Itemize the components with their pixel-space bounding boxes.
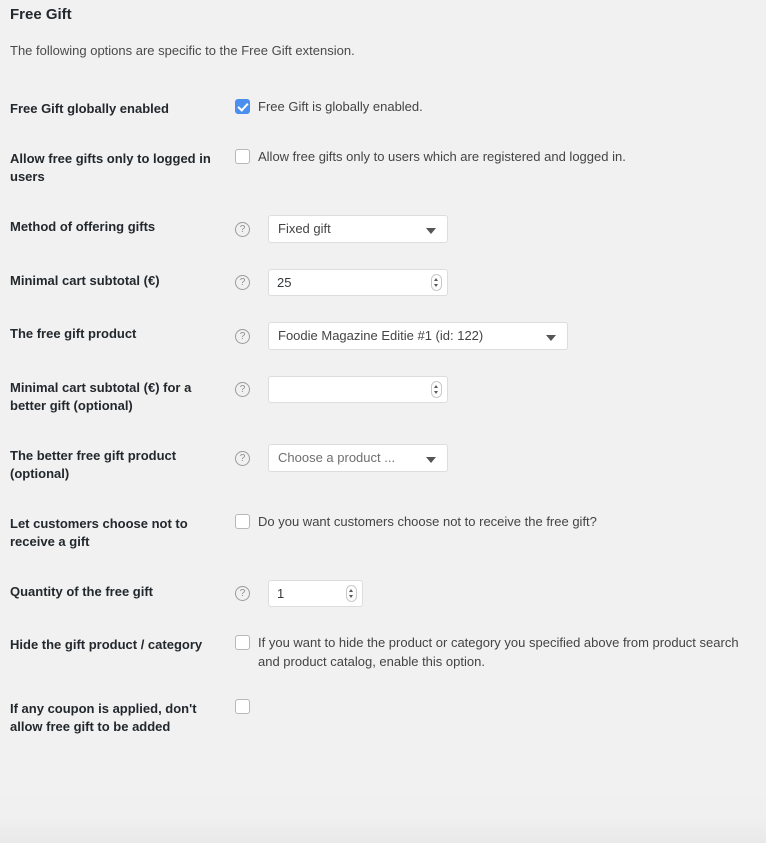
field-label-free-gift-globally-enabled: Free Gift globally enabled	[10, 101, 169, 116]
field-label-quantity-of-the-free-gift: Quantity of the free gift	[10, 584, 153, 599]
number-input-quantity-of-the-free-gift[interactable]: 1	[268, 580, 363, 607]
settings-row: Quantity of the free gift? 1	[0, 567, 766, 620]
field-label-the-free-gift-product: The free gift product	[10, 326, 137, 341]
field-label-method-of-offering-gifts: Method of offering gifts	[10, 219, 156, 234]
number-input-value: 1	[277, 586, 285, 601]
field-label-hide-the-gift-product-category: Hide the gift product / category	[10, 637, 203, 652]
field-control-cell: If you want to hide the product or categ…	[235, 620, 766, 684]
field-control-cell: ? 1	[235, 567, 766, 620]
field-wrapper: Allow free gifts only to users which are…	[235, 147, 756, 166]
chevron-down-icon[interactable]	[426, 228, 436, 234]
field-wrapper: If you want to hide the product or categ…	[235, 633, 756, 671]
field-control-cell: ? 25	[235, 256, 766, 309]
select-value: Fixed gift	[278, 221, 331, 236]
page-description: The following options are specific to th…	[10, 43, 355, 58]
number-input-minimal-cart-subtotal[interactable]: 25	[268, 269, 448, 296]
field-wrapper: Free Gift is globally enabled.	[235, 97, 756, 116]
checkbox-if-any-coupon-is-applied-don-t-allow-free-gift[interactable]	[235, 699, 250, 714]
select-the-better-free-gift-product-optional[interactable]: Choose a product ...	[268, 444, 448, 472]
checkbox-label[interactable]: If you want to hide the product or categ…	[258, 633, 756, 671]
field-control-cell: ? Fixed gift	[235, 202, 766, 256]
checkbox-let-customers-choose-not-to-receive-a-gift[interactable]	[235, 514, 250, 529]
help-circle-icon[interactable]: ?	[235, 275, 250, 290]
settings-row: The free gift product? Foodie Magazine Ed…	[0, 309, 766, 363]
chevron-down-icon[interactable]	[426, 457, 436, 463]
help-circle-icon[interactable]: ?	[235, 328, 250, 344]
number-input-minimal-cart-subtotal-for-a-better-gift-option[interactable]	[268, 376, 448, 403]
chevron-down-icon[interactable]	[546, 335, 556, 341]
field-label-allow-free-gifts-only-to-logged-in-users: Allow free gifts only to logged in users	[10, 151, 211, 184]
checkbox-label[interactable]: Free Gift is globally enabled.	[258, 97, 423, 116]
spinner-up-icon[interactable]	[349, 589, 353, 592]
checkbox-label[interactable]: Allow free gifts only to users which are…	[258, 147, 626, 166]
help-circle-icon[interactable]: ?	[235, 586, 250, 601]
checkbox-free-gift-globally-enabled[interactable]	[235, 99, 250, 114]
number-spinner-icon[interactable]	[431, 274, 442, 291]
field-wrapper: ? Choose a product ...	[235, 444, 756, 472]
field-control-cell	[235, 684, 766, 752]
checkbox-hide-the-gift-product-category[interactable]	[235, 635, 250, 650]
field-control-cell: ?	[235, 363, 766, 431]
settings-row: If any coupon is applied, don't allow fr…	[0, 684, 766, 752]
field-label-minimal-cart-subtotal: Minimal cart subtotal (€)	[10, 273, 160, 288]
settings-row: The better free gift product (optional)?…	[0, 431, 766, 499]
field-control-cell: Allow free gifts only to users which are…	[235, 134, 766, 202]
free-gift-settings-page: Free Gift The following options are spec…	[0, 0, 766, 843]
settings-row: Let customers choose not to receive a gi…	[0, 499, 766, 567]
number-spinner-icon[interactable]	[431, 381, 442, 398]
field-wrapper: ? 1	[235, 580, 756, 607]
help-circle-icon[interactable]: ?	[235, 382, 250, 397]
settings-rows: Free Gift globally enabled Free Gift is g…	[0, 84, 766, 752]
field-control-cell: ? Foodie Magazine Editie #1 (id: 122)	[235, 309, 766, 363]
settings-row: Minimal cart subtotal (€)? 25	[0, 256, 766, 309]
field-wrapper: Do you want customers choose not to rece…	[235, 512, 756, 531]
bottom-fade-overlay	[0, 791, 766, 843]
field-label-the-better-free-gift-product-optional: The better free gift product (optional)	[10, 448, 177, 481]
spinner-down-icon[interactable]	[434, 391, 438, 394]
select-method-of-offering-gifts[interactable]: Fixed gift	[268, 215, 448, 243]
field-label-let-customers-choose-not-to-receive-a-gift: Let customers choose not to receive a gi…	[10, 516, 188, 549]
field-label-minimal-cart-subtotal-for-a-better-gift-option: Minimal cart subtotal (€) for a better g…	[10, 380, 192, 413]
number-input-value: 25	[277, 275, 292, 290]
help-circle-icon[interactable]: ?	[235, 221, 250, 237]
field-wrapper	[235, 697, 756, 714]
checkbox-allow-free-gifts-only-to-logged-in-users[interactable]	[235, 149, 250, 164]
settings-row: Hide the gift product / category If you w…	[0, 620, 766, 684]
select-value: Foodie Magazine Editie #1 (id: 122)	[278, 328, 484, 343]
settings-row: Method of offering gifts? Fixed gift	[0, 202, 766, 256]
number-spinner-icon[interactable]	[346, 585, 357, 602]
select-the-free-gift-product[interactable]: Foodie Magazine Editie #1 (id: 122)	[268, 322, 568, 350]
field-wrapper: ? 25	[235, 269, 756, 296]
field-wrapper: ?	[235, 376, 756, 403]
field-wrapper: ? Foodie Magazine Editie #1 (id: 122)	[235, 322, 756, 350]
checkbox-label[interactable]: Do you want customers choose not to rece…	[258, 512, 597, 531]
spinner-up-icon[interactable]	[434, 385, 438, 388]
help-circle-icon[interactable]: ?	[235, 450, 250, 466]
field-control-cell: Free Gift is globally enabled.	[235, 84, 766, 134]
settings-form-table: Free Gift globally enabled Free Gift is g…	[0, 84, 766, 752]
field-wrapper: ? Fixed gift	[235, 215, 756, 243]
spinner-down-icon[interactable]	[349, 595, 353, 598]
settings-row: Free Gift globally enabled Free Gift is g…	[0, 84, 766, 134]
field-control-cell: Do you want customers choose not to rece…	[235, 499, 766, 567]
select-value: Choose a product ...	[278, 450, 396, 465]
field-label-if-any-coupon-is-applied-don-t-allow-free-gift: If any coupon is applied, don't allow fr…	[10, 701, 197, 734]
field-control-cell: ? Choose a product ...	[235, 431, 766, 499]
settings-row: Allow free gifts only to logged in users…	[0, 134, 766, 202]
settings-row: Minimal cart subtotal (€) for a better g…	[0, 363, 766, 431]
spinner-up-icon[interactable]	[434, 278, 438, 281]
page-title: Free Gift	[10, 6, 72, 23]
spinner-down-icon[interactable]	[434, 284, 438, 287]
